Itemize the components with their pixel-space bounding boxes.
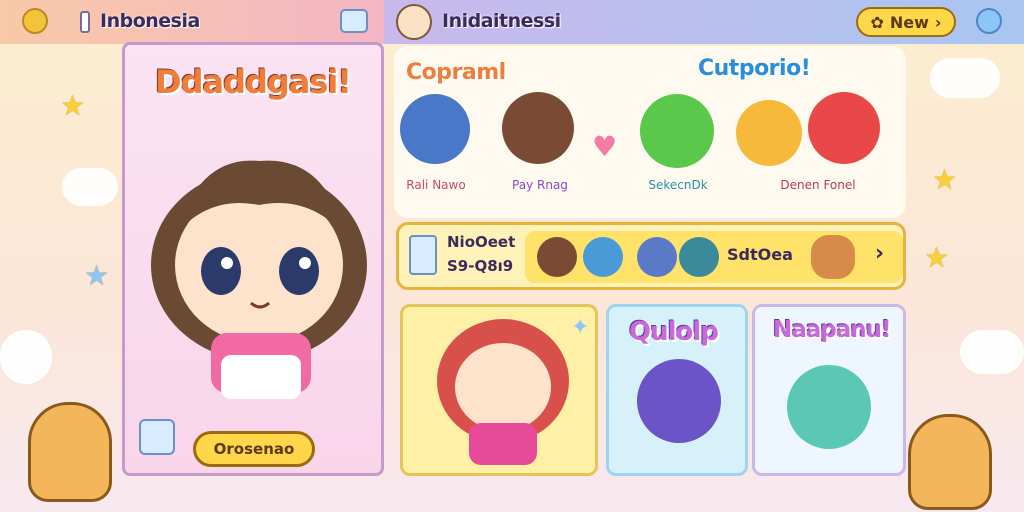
region-title: Inbonesia: [100, 10, 200, 32]
character-avatar: [787, 365, 871, 449]
character-avatar[interactable]: [502, 92, 574, 164]
character-portrait: [423, 311, 583, 473]
character-name: SekecnDk: [648, 178, 708, 192]
star-icon: ★: [924, 241, 950, 274]
cloud-decoration: [930, 58, 1000, 98]
cloud-decoration: [62, 168, 118, 206]
character-name: Pay Rnag: [512, 178, 568, 192]
cloud-decoration: [960, 330, 1024, 374]
player-title: Inidaitnessi: [442, 10, 561, 32]
character-card-1[interactable]: ✦: [400, 304, 598, 476]
character-avatar: [637, 359, 721, 443]
character-avatar: [637, 237, 677, 277]
heart-blue-icon[interactable]: [976, 8, 1002, 34]
confirm-button[interactable]: Orosenao: [193, 431, 315, 467]
character-avatar: [679, 237, 719, 277]
event-time: S9-Q8ı9: [447, 257, 514, 275]
character-avatar[interactable]: [640, 94, 714, 168]
mascot-icon: [811, 235, 855, 279]
profile-panel: Ddaddgasi! Orosenao: [122, 42, 384, 476]
character-avatar[interactable]: [400, 94, 470, 164]
star-icon: ★: [932, 163, 958, 196]
character-avatar[interactable]: [808, 92, 880, 164]
mascot-bear-left: [28, 402, 112, 502]
arrow-right-icon: ›: [934, 12, 942, 32]
roster-title-left: Copraml: [406, 60, 506, 85]
battery-icon: [80, 11, 90, 33]
chevron-right-icon[interactable]: ›: [875, 241, 884, 266]
character-card-3[interactable]: Naapanu!: [752, 304, 906, 476]
player-avatar[interactable]: [396, 4, 432, 40]
card-title: Naapanu!: [773, 317, 892, 343]
calendar-icon: [409, 235, 437, 275]
mail-icon[interactable]: [340, 9, 368, 33]
roster-panel: Copraml Cutporio! ♥ Rali Nawo Pay Rnag S…: [394, 46, 906, 218]
character-avatar: [537, 237, 577, 277]
event-label: SdtOea: [727, 245, 793, 264]
profile-name: Ddaddgasi!: [155, 63, 352, 101]
sparkle-icon: ✦: [571, 315, 590, 340]
character-name: Denen Fonel: [780, 178, 856, 192]
heart-icon: ♥: [592, 130, 618, 163]
gift-icon: ✿: [870, 12, 884, 32]
character-avatar[interactable]: [736, 100, 802, 166]
heart-icon[interactable]: [22, 8, 48, 34]
main-character-portrait: [139, 115, 379, 415]
roster-title-right: Cutporio!: [698, 56, 811, 81]
character-avatar: [583, 237, 623, 277]
character-card-2[interactable]: Qulolp: [606, 304, 748, 476]
star-icon: ★: [60, 89, 86, 122]
card-title: Qulolp: [629, 317, 719, 347]
event-characters-strip: SdtOea ›: [525, 231, 903, 283]
home-icon[interactable]: [139, 419, 175, 455]
event-banner[interactable]: NioOeet S9-Q8ı9 SdtOea ›: [396, 222, 906, 290]
new-button[interactable]: ✿ New ›: [856, 7, 956, 37]
event-title: NioOeet: [447, 233, 516, 251]
mascot-bear-right: [908, 414, 992, 510]
character-name: Rali Nawo: [406, 178, 466, 192]
star-icon: ★: [84, 259, 110, 292]
cloud-decoration: [0, 330, 52, 384]
new-button-label: New: [889, 12, 929, 32]
